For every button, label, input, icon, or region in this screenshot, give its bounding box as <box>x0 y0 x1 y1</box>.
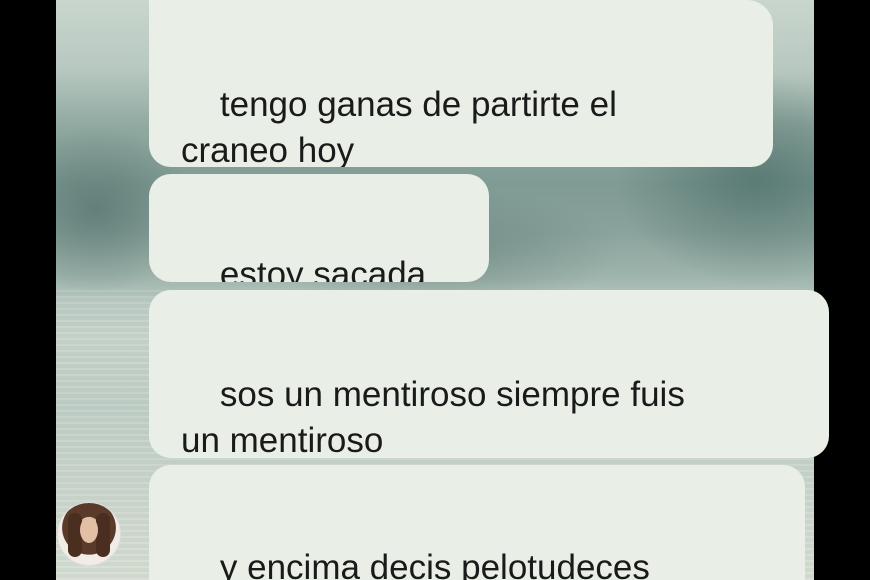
screenshot-frame: tengo ganas de partirte el craneo hoy es… <box>0 0 870 580</box>
message-bubble[interactable]: tengo ganas de partirte el craneo hoy <box>149 0 773 167</box>
message-text: estoy sacada <box>219 255 427 282</box>
message-text: tengo ganas de partirte el craneo hoy <box>181 85 617 167</box>
message-bubble[interactable]: estoy sacada <box>149 174 489 282</box>
message-bubble[interactable]: y encima decis pelotudeces <box>149 465 805 580</box>
message-text: y encima decis pelotudeces <box>219 548 650 580</box>
sender-avatar[interactable] <box>57 502 121 566</box>
avatar-face <box>80 517 98 543</box>
avatar-hair-right <box>96 513 110 557</box>
message-bubble[interactable]: sos un mentiroso siempre fuis un mentiro… <box>149 290 829 458</box>
message-text: sos un mentiroso siempre fuis un mentiro… <box>181 375 685 458</box>
